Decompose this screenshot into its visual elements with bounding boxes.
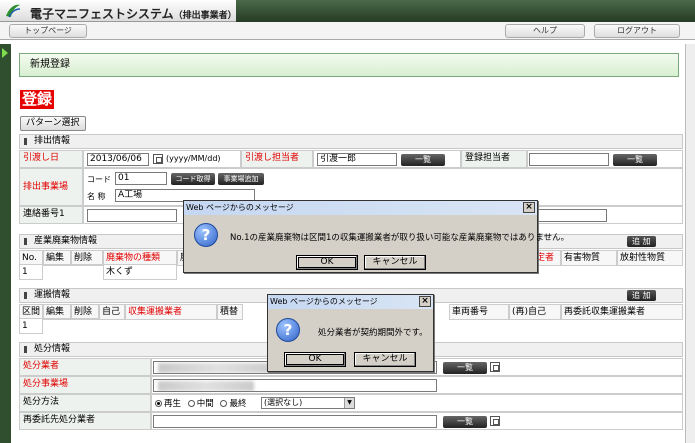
houhou-select[interactable]: (選択なし) bbox=[261, 397, 355, 409]
dialog-title: Web ページからのメッセージ bbox=[186, 203, 294, 212]
side-toggle[interactable] bbox=[0, 44, 11, 443]
alert-dialog-1: Web ページからのメッセージ × ? No.1の産業廃棄物は区間1の収集運搬業者… bbox=[183, 200, 569, 273]
hikiwatashi-date-input[interactable]: 2013/06/06 bbox=[87, 153, 149, 166]
dialog-message: No.1の産業廃棄物は区間1の収集運搬業者が取り扱い可能な産業廃棄物ではありませ… bbox=[230, 233, 570, 243]
dialog-titlebar: Web ページからのメッセージ × bbox=[184, 201, 537, 215]
col-sai-jiko: (再)自己 bbox=[509, 304, 561, 320]
detail-icon[interactable] bbox=[490, 416, 500, 426]
tantousha-label: 引渡し担当者 bbox=[241, 150, 313, 168]
cancel-button[interactable]: キャンセル bbox=[354, 352, 416, 367]
jigyoujou-add-button[interactable]: 事業場追加 bbox=[218, 173, 264, 185]
row-no: 1 bbox=[19, 318, 43, 334]
logout-button[interactable]: ログアウト bbox=[594, 24, 680, 38]
jwnet-logo-icon bbox=[6, 4, 21, 18]
tantousha-list-button[interactable]: 一覧 bbox=[401, 154, 445, 166]
shobun-gyousha-label: 処分業者 bbox=[19, 358, 151, 376]
page-header: 新規登録 bbox=[19, 53, 679, 77]
close-icon[interactable]: × bbox=[419, 296, 431, 307]
renraku-label: 連絡番号1 bbox=[19, 206, 83, 224]
section-haishutsu: 排出情報 bbox=[19, 134, 683, 149]
touroku-tantousha-label: 登録担当者 bbox=[461, 150, 527, 168]
nav-bar: トップページ ヘルプ ログアウト bbox=[0, 22, 695, 40]
date-format-hint: (yyyy/MM/dd) bbox=[166, 154, 221, 163]
col-saiitaku: 再委託収集運搬業者 bbox=[561, 304, 683, 320]
shobun-jigyoujou-label: 処分事業場 bbox=[19, 376, 151, 394]
pattern-select-button[interactable]: パターン選択 bbox=[20, 116, 86, 131]
unpan-add-button[interactable]: 追 加 bbox=[627, 290, 656, 301]
col-yuugai: 有害物質 bbox=[561, 250, 617, 266]
ok-button[interactable]: OK bbox=[284, 352, 346, 367]
cancel-button[interactable]: キャンセル bbox=[364, 255, 426, 270]
name-label: 名 称 bbox=[87, 192, 106, 201]
alert-dialog-2: Web ページからのメッセージ × ? 処分業者が契約期間外です。 OK キャンセ… bbox=[267, 294, 434, 372]
shobun-gyousha-list-button[interactable]: 一覧 bbox=[443, 362, 487, 374]
touroku-list-button[interactable]: 一覧 bbox=[613, 154, 657, 166]
col-houshasei: 放射性物質 bbox=[617, 250, 683, 266]
col-tsumikae: 積替 bbox=[217, 304, 243, 320]
delete-cell bbox=[71, 264, 103, 266]
shobun-houhou-label: 処分方法 bbox=[19, 394, 151, 412]
header-decoration bbox=[236, 0, 695, 22]
code-label: コード bbox=[87, 175, 111, 184]
tantousha-input[interactable]: 引渡一郎 bbox=[317, 153, 397, 166]
vertical-scrollbar[interactable] bbox=[685, 44, 695, 443]
register-label: 登録 bbox=[20, 90, 55, 109]
radio-chuukan-label: 中間 bbox=[196, 399, 214, 409]
houhou-radios: 再生 中間 最終 bbox=[155, 397, 246, 409]
code-input[interactable]: 01 bbox=[115, 172, 167, 185]
app-header: 電子マニフェストシステム（排出事業者） bbox=[0, 0, 695, 22]
dialog-titlebar: Web ページからのメッセージ × bbox=[268, 295, 433, 309]
col-sharyou: 車両番号 bbox=[449, 304, 509, 320]
app-title: 電子マニフェストシステム（排出事業者） bbox=[30, 7, 237, 21]
delete-cell bbox=[71, 318, 99, 320]
saiitaku-list-button[interactable]: 一覧 bbox=[443, 416, 487, 428]
radio-chuukan[interactable] bbox=[187, 400, 195, 407]
question-icon: ? bbox=[276, 318, 300, 342]
calendar-icon[interactable] bbox=[153, 154, 163, 164]
code-fetch-button[interactable]: コード取得 bbox=[171, 173, 215, 185]
ok-button[interactable]: OK bbox=[296, 255, 358, 270]
col-jiko: 自己 bbox=[99, 304, 125, 320]
edit-cell bbox=[43, 318, 71, 320]
question-icon: ? bbox=[194, 223, 218, 247]
close-icon[interactable]: × bbox=[523, 202, 535, 213]
radio-saisei[interactable] bbox=[155, 400, 162, 407]
radio-saishuu-label: 最終 bbox=[229, 399, 247, 409]
sanpai-add-button[interactable]: 追 加 bbox=[627, 236, 656, 247]
kind-cell: 木くず bbox=[103, 264, 177, 280]
dialog-title: Web ページからのメッセージ bbox=[270, 297, 378, 306]
saiitaku-input[interactable] bbox=[153, 415, 437, 428]
hikiwatashi-date-label: 引渡し日 bbox=[19, 150, 83, 168]
dialog-message: 処分業者が契約期間外です。 bbox=[318, 328, 428, 338]
radio-saishuu[interactable] bbox=[220, 400, 228, 407]
saiitaku-label: 再委託先処分業者 bbox=[19, 412, 151, 430]
expand-arrow-icon bbox=[2, 48, 8, 58]
edit-cell bbox=[43, 264, 71, 266]
top-page-button[interactable]: トップページ bbox=[9, 24, 87, 38]
row-no: 1 bbox=[19, 264, 43, 280]
radio-saisei-label: 再生 bbox=[164, 399, 182, 409]
redacted-text bbox=[158, 363, 278, 373]
renraku-input[interactable] bbox=[87, 209, 177, 222]
redacted-text bbox=[158, 381, 254, 391]
jigyoujou-label: 排出事業場 bbox=[19, 168, 83, 206]
detail-icon[interactable] bbox=[490, 362, 500, 372]
col-unpan-gyousha: 収集運搬業者 bbox=[125, 304, 217, 320]
touroku-tantousha-input[interactable] bbox=[529, 153, 609, 166]
help-button[interactable]: ヘルプ bbox=[505, 24, 585, 38]
shobun-jigyoujou-input[interactable] bbox=[153, 379, 437, 392]
